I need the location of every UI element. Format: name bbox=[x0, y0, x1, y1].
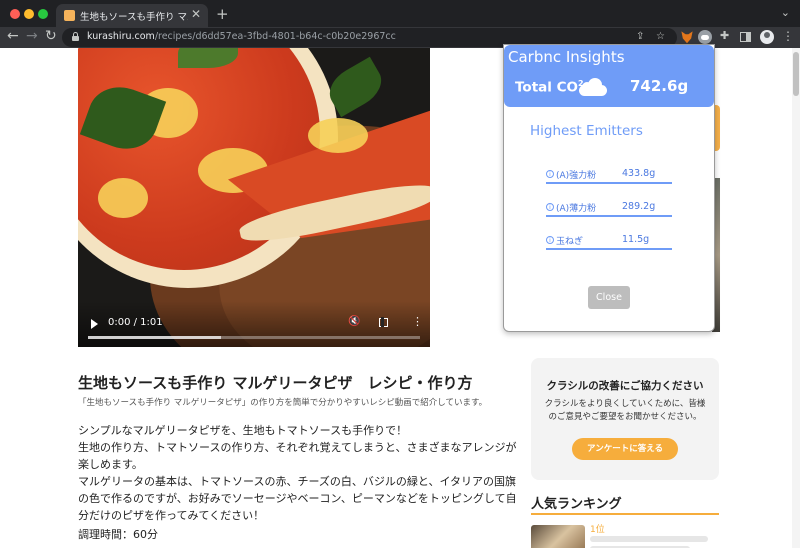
url-host: kurashiru.com bbox=[87, 31, 155, 42]
survey-card: クラシルの改善にご協力ください クラシルをより良くしていくために、皆様 のご意見… bbox=[531, 358, 719, 480]
play-icon[interactable] bbox=[91, 319, 98, 329]
survey-text-line: のご意見やご要望をお聞かせください。 bbox=[548, 412, 702, 422]
video-controls: 0:00 / 1:01 🔇 ⋮ bbox=[78, 301, 430, 347]
browser-tab-strip: 生地もソースも手作り マルゲリータ ✕ + ⌄ bbox=[0, 0, 800, 27]
video-time: 0:00 / 1:01 bbox=[108, 317, 163, 328]
ranking-title: 人気ランキング bbox=[531, 497, 622, 512]
total-co2-value: 742.6g bbox=[630, 77, 689, 95]
tab-search-icon[interactable]: ⌄ bbox=[781, 6, 790, 19]
info-icon[interactable]: i bbox=[546, 170, 554, 178]
total-co2-label: Total CO2 bbox=[515, 79, 584, 96]
new-tab-icon[interactable]: + bbox=[216, 5, 229, 23]
popup-header: Carbnc Insights Total CO2 742.6g bbox=[504, 45, 714, 107]
description-line: 分だけのピザを作ってみてください！ bbox=[78, 509, 265, 522]
share-icon[interactable]: ⇪ bbox=[636, 31, 644, 42]
survey-title: クラシルの改善にご協力ください bbox=[546, 380, 704, 392]
mute-icon[interactable]: 🔇 bbox=[348, 316, 360, 327]
video-progress-bar[interactable] bbox=[88, 336, 420, 339]
emitter-value: 433.8g bbox=[622, 168, 656, 179]
favicon-icon bbox=[64, 10, 75, 21]
recipe-title: 生地もソースも手作り マルゲリータピザ レシピ・作り方 bbox=[78, 374, 473, 392]
tab-title: 生地もソースも手作り マルゲリータ bbox=[80, 12, 188, 23]
description-line: の色で作るのですが、お好みでソーセージやベーコン、ピーマンなどをトッピングして自 bbox=[78, 492, 517, 505]
reload-icon[interactable]: ↻ bbox=[45, 28, 57, 44]
lock-icon[interactable] bbox=[72, 32, 79, 41]
video-menu-icon[interactable]: ⋮ bbox=[412, 315, 423, 328]
recipe-description: シンプルなマルゲリータピザを、生地もトマトソースも手作りで！ 生地の作り方、トマ… bbox=[78, 422, 517, 524]
close-window-button[interactable] bbox=[10, 9, 20, 19]
survey-text: クラシルをより良くしていくために、皆様 のご意見やご要望をお聞かせください。 bbox=[531, 398, 719, 424]
emitter-value: 289.2g bbox=[622, 201, 656, 212]
scrollbar[interactable] bbox=[792, 48, 800, 548]
total-label-text: Total CO bbox=[515, 79, 578, 96]
emitter-name: (A)薄力粉 bbox=[556, 204, 597, 214]
carbon-insights-popup: Carbnc Insights Total CO2 742.6g Highest… bbox=[503, 44, 715, 332]
highest-emitters-title: Highest Emitters bbox=[530, 123, 643, 139]
survey-button[interactable]: アンケートに答える bbox=[572, 438, 678, 460]
ranking-item-text[interactable] bbox=[590, 536, 708, 542]
url-path: /recipes/d6dd57ea-3fbd-4801-b64c-c0b20e2… bbox=[154, 31, 396, 42]
cook-time: 調理時間：60分 bbox=[78, 528, 158, 541]
emitter-row: i 玉ねぎ 11.5g bbox=[546, 232, 672, 250]
description-line: 楽しめます。 bbox=[78, 458, 143, 471]
browser-tab[interactable]: 生地もソースも手作り マルゲリータ ✕ bbox=[56, 4, 208, 27]
popup-title: Carbnc Insights bbox=[508, 48, 625, 66]
cheese bbox=[308, 118, 368, 153]
fullscreen-icon[interactable] bbox=[379, 317, 388, 327]
scrollbar-thumb[interactable] bbox=[793, 52, 799, 96]
rank-number: 1位 bbox=[590, 525, 605, 535]
description-line: 生地の作り方、トマトソースの作り方、それぞれ覚えてしまうと、さまざまなアレンジが bbox=[78, 441, 517, 454]
close-button[interactable]: Close bbox=[588, 286, 630, 309]
ranking-divider bbox=[531, 513, 719, 515]
puzzle-icon[interactable]: ✚ bbox=[720, 29, 734, 43]
back-icon[interactable]: ← bbox=[7, 28, 19, 44]
sidepanel-icon[interactable] bbox=[740, 32, 751, 42]
recipe-subtitle: 「生地もソースも手作り マルゲリータピザ」の作り方を簡単で分かりやすいレシピ動画… bbox=[78, 398, 488, 408]
emitter-name: (A)強力粉 bbox=[556, 171, 597, 181]
menu-icon[interactable]: ⋮ bbox=[782, 29, 794, 43]
profile-icon[interactable] bbox=[760, 30, 774, 44]
maximize-window-button[interactable] bbox=[38, 9, 48, 19]
metamask-icon[interactable] bbox=[681, 31, 693, 44]
cheese bbox=[98, 178, 148, 218]
description-line: シンプルなマルゲリータピザを、生地もトマトソースも手作りで！ bbox=[78, 424, 408, 437]
info-icon[interactable]: i bbox=[546, 236, 554, 244]
emitter-value: 11.5g bbox=[622, 234, 650, 245]
recipe-video[interactable]: 0:00 / 1:01 🔇 ⋮ bbox=[78, 48, 430, 347]
emitter-row: i (A)強力粉 433.8g bbox=[546, 166, 672, 184]
video-buffer-fill bbox=[88, 336, 221, 339]
ranking-thumbnail[interactable] bbox=[531, 525, 585, 548]
description-line: マルゲリータの基本は、トマトソースの赤、チーズの白、バジルの緑と、イタリアの国旗 bbox=[78, 475, 517, 488]
emitter-row: i (A)薄力粉 289.2g bbox=[546, 199, 672, 217]
cloud-icon bbox=[579, 78, 607, 96]
tab-close-icon[interactable]: ✕ bbox=[191, 7, 201, 21]
forward-icon[interactable]: → bbox=[26, 28, 38, 44]
star-icon[interactable]: ☆ bbox=[656, 31, 665, 42]
survey-text-line: クラシルをより良くしていくために、皆様 bbox=[544, 399, 706, 409]
emitter-name: 玉ねぎ bbox=[556, 237, 584, 247]
minimize-window-button[interactable] bbox=[24, 9, 34, 19]
carbon-extension-icon[interactable] bbox=[698, 30, 712, 44]
info-icon[interactable]: i bbox=[546, 203, 554, 211]
url-text[interactable]: kurashiru.com/recipes/d6dd57ea-3fbd-4801… bbox=[87, 31, 396, 42]
